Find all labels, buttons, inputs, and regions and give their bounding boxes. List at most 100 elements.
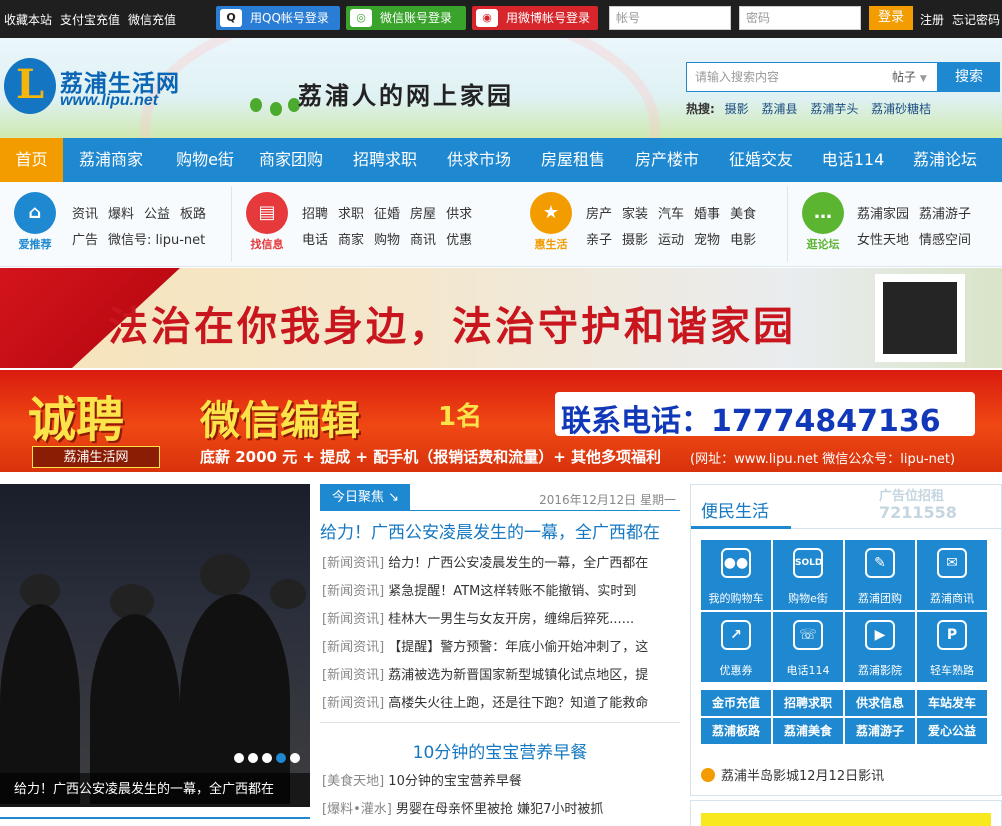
news-headline[interactable]: 给力！广西公安凌晨发生的一幕，全广西都在 xyxy=(320,518,660,543)
nav-market[interactable]: 供求市场 xyxy=(434,138,524,182)
login-button[interactable]: 登录 xyxy=(869,6,913,30)
tab-today-focus[interactable]: 今日聚焦 ↘ xyxy=(320,484,410,511)
nav-shopping[interactable]: 购物e街 xyxy=(160,138,250,182)
nav-group-buy[interactable]: 商家团购 xyxy=(246,138,336,182)
slider-dot[interactable] xyxy=(248,753,258,763)
site-logo[interactable]: L 荔浦生活网 www.lipu.net xyxy=(4,58,204,118)
category-link[interactable]: 美食 xyxy=(730,207,756,222)
category-link[interactable]: 征婚 xyxy=(374,207,400,222)
search-input[interactable]: 请输入搜索内容 xyxy=(686,62,886,92)
hot-item[interactable]: 荔浦县 xyxy=(761,102,797,116)
news-item[interactable]: [新闻资讯] 荔浦被选为新晋国家新型城镇化试点地区，提 xyxy=(322,664,678,683)
quick-link-button[interactable]: 金币充值 xyxy=(701,690,771,716)
rule-of-law-banner[interactable]: 法治在你我身边，法治守护和谐家园 xyxy=(0,268,1002,368)
quick-link-button[interactable]: 荔浦美食 xyxy=(773,718,843,744)
quick-link-button[interactable]: 车站发车 xyxy=(917,690,987,716)
weibo-login-button[interactable]: ◉ 用微博帐号登录 xyxy=(472,6,598,30)
category-link[interactable]: 情感空间 xyxy=(919,233,971,248)
category-link[interactable]: 供求 xyxy=(446,207,472,222)
nav-merchants[interactable]: 荔浦商家 xyxy=(66,138,156,182)
category-link[interactable]: 电影 xyxy=(730,233,756,248)
category-link[interactable]: 房产 xyxy=(586,207,612,222)
nav-rentals[interactable]: 房屋租售 xyxy=(528,138,618,182)
category-link[interactable]: 荔浦家园 xyxy=(857,207,909,222)
category-link[interactable]: 房屋 xyxy=(410,207,436,222)
search-type-select[interactable]: 帖子 ▼ xyxy=(884,62,938,92)
service-parking[interactable]: P 轻车熟路 xyxy=(917,612,987,682)
news-headline-2[interactable]: 10分钟的宝宝营养早餐 xyxy=(320,738,680,763)
home-icon[interactable]: ⌂ xyxy=(14,192,56,234)
quick-link-button[interactable]: 供求信息 xyxy=(845,690,915,716)
service-cart[interactable]: ●● 我的购物车 xyxy=(701,540,771,610)
category-link[interactable]: 优惠 xyxy=(446,233,472,248)
news-item[interactable]: [新闻资讯] 紧急提醒！ATM这样转账不能撤销、实时到 xyxy=(322,580,678,599)
nav-home[interactable]: 首页 xyxy=(0,138,63,182)
category-link[interactable]: 亲子 xyxy=(586,233,612,248)
news-item[interactable]: [新闻资讯] 桂林大一男生与女友开房，缠绵后猝死...... xyxy=(322,608,678,627)
quick-link-button[interactable]: 招聘求职 xyxy=(773,690,843,716)
news-item[interactable]: [新闻资讯] 给力！广西公安凌晨发生的一幕，全广西都在 xyxy=(322,552,678,571)
quick-link-button[interactable]: 爱心公益 xyxy=(917,718,987,744)
photo-caption[interactable]: 给力！广西公安凌晨发生的一幕，全广西都在 xyxy=(0,773,310,807)
username-input[interactable]: 帐号 xyxy=(609,6,731,30)
wechat-login-button[interactable]: ◎ 微信账号登录 xyxy=(346,6,466,30)
category-link[interactable]: 公益 xyxy=(144,207,170,222)
nav-dating[interactable]: 征婚交友 xyxy=(716,138,806,182)
news-item[interactable]: [新闻资讯] 【提醒】警方预警：年底小偷开始冲刺了，这 xyxy=(322,636,678,655)
category-link[interactable]: 广告 xyxy=(72,233,98,248)
ad-placeholder[interactable]: 广告位招租 7211558 xyxy=(879,489,957,521)
bookmark-link[interactable]: 收藏本站 xyxy=(4,11,52,28)
nav-real-estate[interactable]: 房产楼市 xyxy=(622,138,712,182)
nav-forum[interactable]: 荔浦论坛 xyxy=(900,138,990,182)
category-link[interactable]: 汽车 xyxy=(658,207,684,222)
service-shopping[interactable]: SOLD 购物e街 xyxy=(773,540,843,610)
service-cinema[interactable]: ▶ 荔浦影院 xyxy=(845,612,915,682)
slider-dot[interactable] xyxy=(276,753,286,763)
news-item[interactable]: [爆料•灌水] 男婴在母亲怀里被抢 嫌犯7小时被抓 xyxy=(322,798,678,817)
nav-jobs[interactable]: 招聘求职 xyxy=(340,138,430,182)
category-link[interactable]: 爆料 xyxy=(108,207,134,222)
category-link[interactable]: 招聘 xyxy=(302,207,328,222)
category-link[interactable]: 宠物 xyxy=(694,233,720,248)
notice-item[interactable]: 荔浦半岛影城12月12日影讯 xyxy=(701,765,884,784)
slider-dot[interactable] xyxy=(290,753,300,763)
slider-dot[interactable] xyxy=(262,753,272,763)
service-phone[interactable]: ☏ 电话114 xyxy=(773,612,843,682)
category-link[interactable]: 商讯 xyxy=(410,233,436,248)
password-input[interactable]: 密码 xyxy=(739,6,861,30)
category-link[interactable]: 资讯 xyxy=(72,207,98,222)
category-link[interactable]: 板路 xyxy=(180,207,206,222)
nav-phone-114[interactable]: 电话114 xyxy=(810,138,896,182)
hot-item[interactable]: 荔浦砂糖桔 xyxy=(871,102,931,116)
slider-dot[interactable] xyxy=(234,753,244,763)
category-link[interactable]: 求职 xyxy=(338,207,364,222)
category-link[interactable]: 商家 xyxy=(338,233,364,248)
category-link[interactable]: 女性天地 xyxy=(857,233,909,248)
service-coupon[interactable]: ↗ 优惠券 xyxy=(701,612,771,682)
star-bag-icon[interactable]: ★ xyxy=(530,192,572,234)
category-link[interactable]: 摄影 xyxy=(622,233,648,248)
quick-link-button[interactable]: 荔浦板路 xyxy=(701,718,771,744)
register-link[interactable]: 注册 xyxy=(920,11,944,28)
hiring-banner[interactable]: 诚聘 荔浦生活网 微信编辑 1名 联系电话：17774847136 底薪 200… xyxy=(0,370,1002,472)
category-link[interactable]: 运动 xyxy=(658,233,684,248)
search-button[interactable]: 搜索 xyxy=(938,62,1000,92)
info-icon[interactable]: ▤ xyxy=(246,192,288,234)
forgot-password-link[interactable]: 忘记密码 xyxy=(952,11,1000,28)
service-group-buy[interactable]: ✎ 荔浦团购 xyxy=(845,540,915,610)
chat-icon[interactable]: … xyxy=(802,192,844,234)
news-item[interactable]: [新闻资讯] 高楼失火往上跑，还是往下跑？知道了能救命 xyxy=(322,692,678,711)
category-link[interactable]: 荔浦游子 xyxy=(919,207,971,222)
hot-item[interactable]: 摄影 xyxy=(725,102,749,116)
quick-link-button[interactable]: 荔浦游子 xyxy=(845,718,915,744)
category-link[interactable]: 购物 xyxy=(374,233,400,248)
qq-login-button[interactable]: Q 用QQ帐号登录 xyxy=(216,6,340,30)
news-item[interactable]: [美食天地] 10分钟的宝宝营养早餐 xyxy=(322,770,678,789)
photo-slider[interactable]: 给力！广西公安凌晨发生的一幕，全广西都在 xyxy=(0,484,310,807)
service-news[interactable]: ✉ 荔浦商讯 xyxy=(917,540,987,610)
category-link[interactable]: 微信号: lipu-net xyxy=(108,233,205,248)
wechat-recharge-link[interactable]: 微信充值 xyxy=(128,11,176,28)
category-link[interactable]: 婚事 xyxy=(694,207,720,222)
hot-item[interactable]: 荔浦芋头 xyxy=(810,102,858,116)
category-link[interactable]: 电话 xyxy=(302,233,328,248)
